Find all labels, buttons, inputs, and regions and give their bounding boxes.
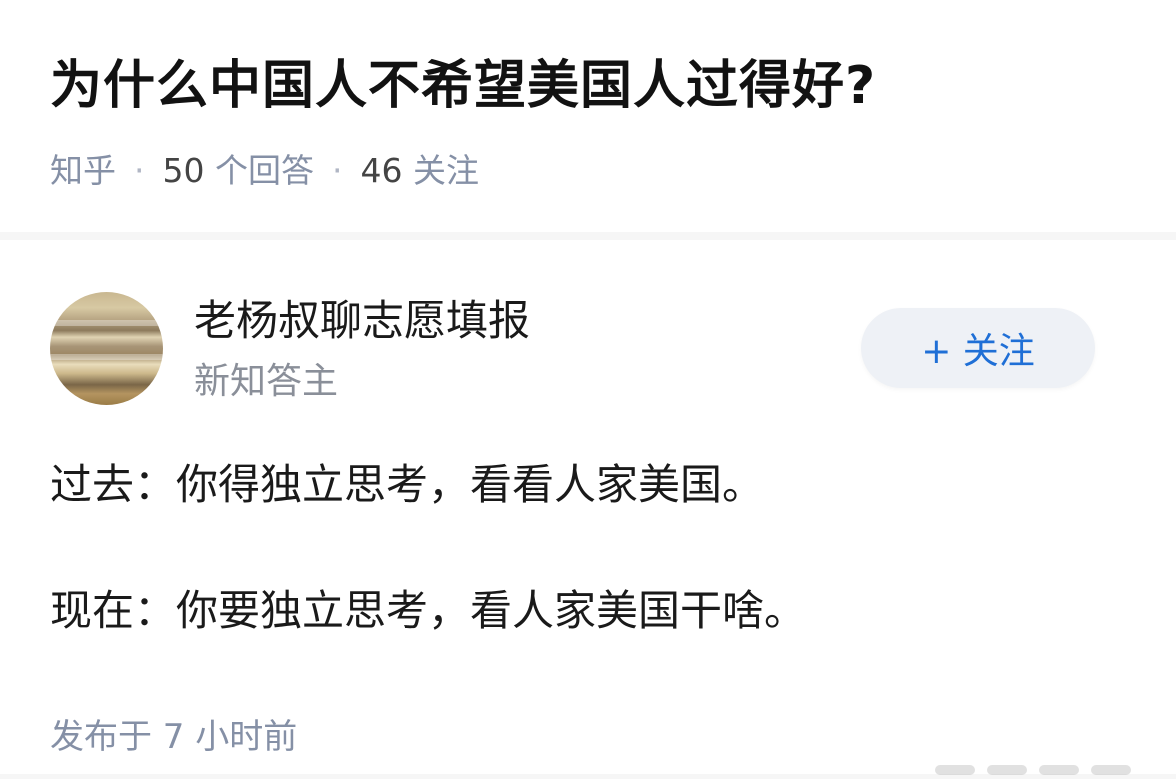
answers-count: 50 <box>162 151 205 190</box>
question-card: 为什么中国人不希望美国人过得好? 知乎 · 50 个回答 · 46 关注 <box>0 0 1176 232</box>
author-name[interactable]: 老杨叔聊志愿填报 <box>194 297 530 344</box>
followers-count: 46 <box>360 151 403 190</box>
question-meta: 知乎 · 50 个回答 · 46 关注 <box>50 151 479 190</box>
avatar[interactable] <box>50 292 163 405</box>
answers-label: 个回答 <box>215 151 314 190</box>
watermark <box>935 760 1165 775</box>
meta-separator: · <box>134 151 145 190</box>
answer-card: 老杨叔聊志愿填报 新知答主 + 关注 过去：你得独立思考，看看人家美国。 现在：… <box>0 240 1176 774</box>
author-badge: 新知答主 <box>194 361 339 402</box>
answer-content-line: 过去：你得独立思考，看看人家美国。 <box>50 460 765 509</box>
source-label[interactable]: 知乎 <box>50 151 116 190</box>
publish-time: 发布于 7 小时前 <box>50 717 298 757</box>
followers-label: 关注 <box>413 151 479 190</box>
avatar-detail <box>50 354 163 360</box>
answer-content-line: 现在：你要独立思考，看人家美国干啥。 <box>50 586 807 635</box>
follow-button[interactable]: + 关注 <box>861 308 1095 388</box>
avatar-detail <box>50 320 163 326</box>
question-title[interactable]: 为什么中国人不希望美国人过得好? <box>50 57 876 115</box>
meta-separator: · <box>332 151 343 190</box>
